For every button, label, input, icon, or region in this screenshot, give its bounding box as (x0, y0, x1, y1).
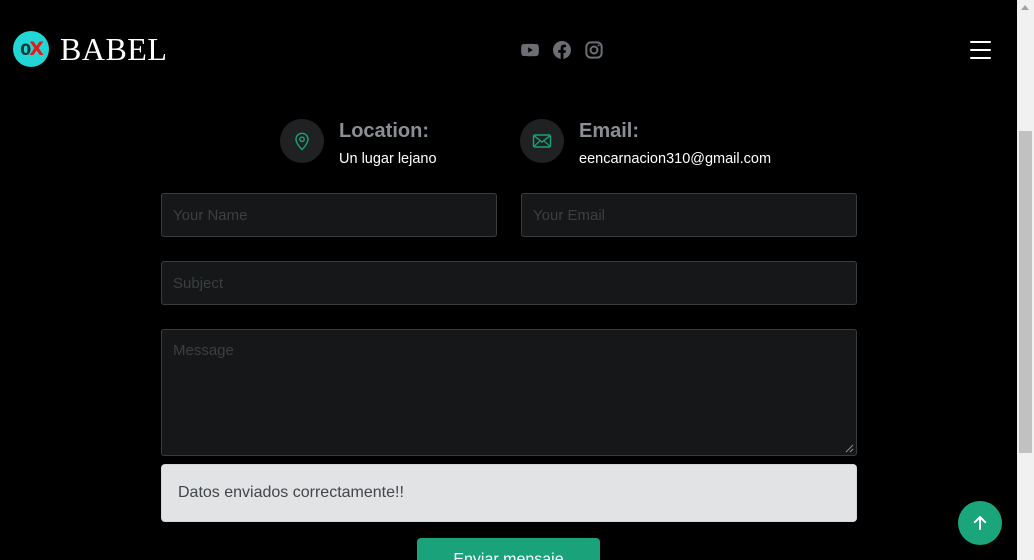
facebook-icon (553, 41, 571, 59)
brand-name: BABEL (60, 31, 168, 67)
page-scrollbar[interactable] (1017, 0, 1034, 560)
logo-badge-x: X (29, 38, 44, 60)
location-info: Location: Un lugar lejano (280, 118, 437, 169)
logo-badge-icon: 0X (13, 31, 49, 67)
message-textarea[interactable] (161, 329, 857, 456)
envelope-icon (520, 119, 564, 163)
email-info: Email: eencarnacion310@gmail.com (520, 118, 771, 169)
submit-button[interactable]: Enviar mensaje (417, 538, 600, 560)
instagram-icon (585, 41, 603, 59)
email-title: Email: (579, 120, 640, 142)
logo-badge-o: 0 (20, 39, 31, 59)
success-alert: Datos enviados correctamente!! (161, 464, 857, 522)
page: 0X BABEL Location: Un lugar lejano Email… (0, 0, 1034, 560)
instagram-link[interactable] (585, 41, 603, 59)
logo[interactable]: 0X BABEL (13, 31, 167, 67)
name-input[interactable] (161, 193, 497, 237)
arrow-up-icon (973, 516, 987, 530)
map-pin-icon (280, 119, 324, 163)
youtube-icon (521, 43, 539, 57)
location-value: Un lugar lejano (339, 151, 437, 167)
email-input[interactable] (521, 193, 857, 237)
back-to-top-button[interactable] (958, 501, 1002, 545)
hamburger-menu-icon[interactable] (970, 41, 991, 59)
social-links (521, 41, 603, 59)
subject-input[interactable] (161, 261, 857, 305)
email-value[interactable]: eencarnacion310@gmail.com (579, 149, 771, 169)
location-title: Location: (339, 120, 429, 142)
resize-grip-icon[interactable] (844, 443, 854, 453)
youtube-link[interactable] (521, 41, 539, 59)
scroll-thumb[interactable] (1019, 131, 1032, 453)
site-header: 0X BABEL (0, 0, 1017, 100)
facebook-link[interactable] (553, 41, 571, 59)
scroll-up-arrow-icon[interactable] (1021, 5, 1029, 10)
